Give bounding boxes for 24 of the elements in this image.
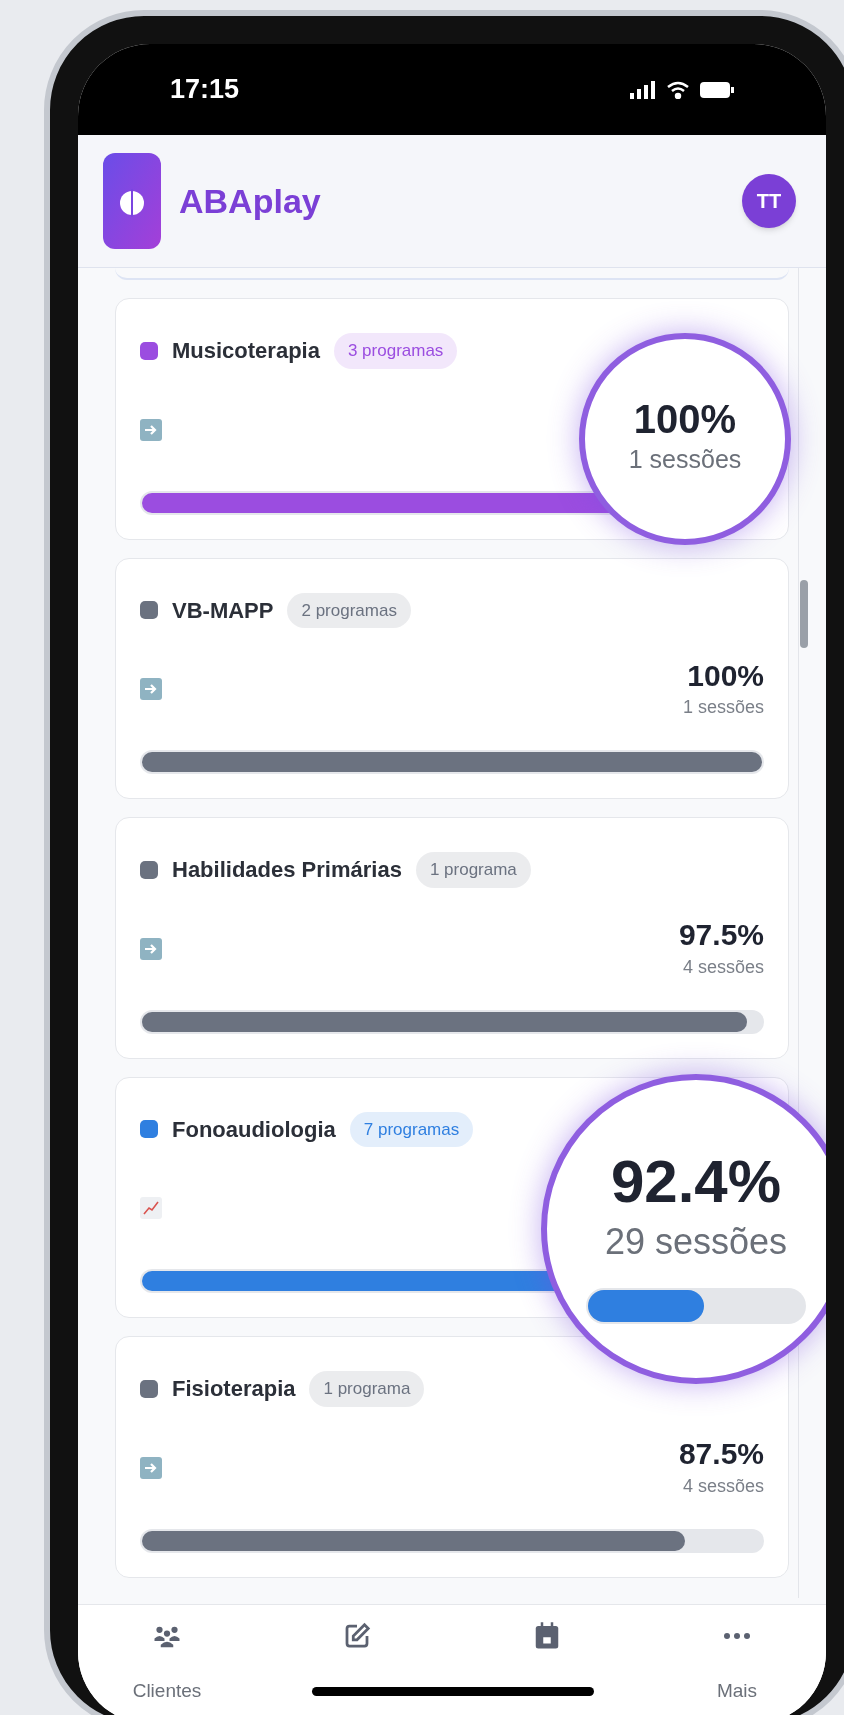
program-name: Fonoaudiologia [172,1115,336,1144]
status-time: 17:15 [170,73,240,107]
percent-value: 100% [633,396,737,444]
nav-label: Mais [716,1679,758,1703]
program-name: Fisioterapia [172,1375,296,1404]
program-count-badge: 1 programa [415,852,531,888]
percent-value: 97.5% [678,917,764,954]
sessions-count: 4 sessões [682,955,764,979]
app-title: ABAplay [179,180,321,222]
percent-value: 87.5% [678,1436,764,1473]
program-name: Musicoterapia [172,337,320,366]
percent-value: 92.4% [610,1147,782,1217]
program-count-badge: 7 programas [349,1111,474,1147]
program-count-badge: 2 programas [287,592,411,628]
program-name: VB-MAPP [172,596,274,625]
nav-label: Clientes [132,1679,202,1703]
sessions-count: 29 sessões [604,1220,788,1264]
sessions-count: 1 sessões [682,696,764,720]
program-count-badge: 1 programa [309,1371,425,1407]
program-name: Habilidades Primárias [172,856,402,885]
percent-value: 100% [687,657,764,694]
sessions-count: 4 sessões [682,1474,764,1498]
sessions-count: 1 sessões [628,444,742,476]
program-count-badge: 3 programas [333,333,458,369]
